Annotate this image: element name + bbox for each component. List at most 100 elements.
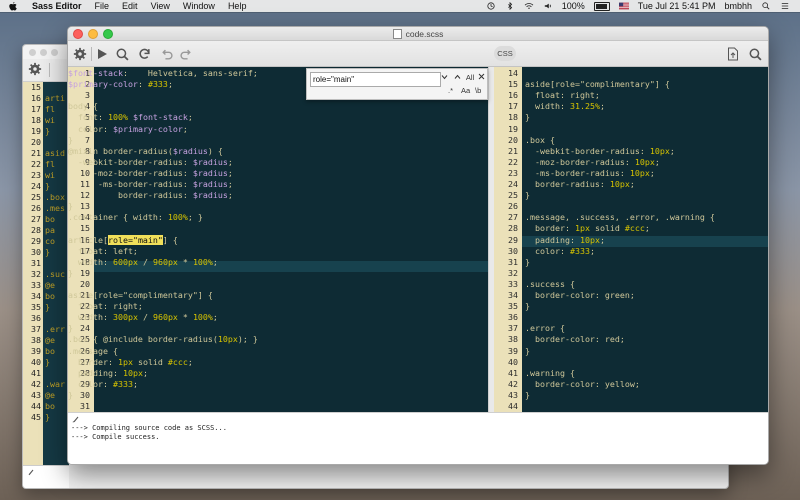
code-line[interactable]: .warning { [525, 368, 768, 378]
code-line[interactable]: width: 31.25%; [525, 101, 768, 111]
scss-editor[interactable]: 1 $font-stack: Helvetica, sans-serif; 2 $pr… [68, 67, 488, 412]
code-line[interactable]: @e [45, 280, 65, 291]
code-line[interactable]: border-radius: 10px; [525, 179, 768, 189]
code-line[interactable]: body { [68, 101, 488, 111]
code-line[interactable]: float: right; [68, 301, 488, 311]
code-line[interactable]: bo [45, 291, 65, 302]
code-line[interactable]: wi [45, 170, 65, 181]
find-options-dropdown[interactable] [439, 72, 449, 83]
code-line[interactable]: aside[role="complimentary"] { [68, 290, 488, 300]
code-line[interactable]: } [45, 181, 65, 192]
code-line[interactable]: width: 300px / 960px * 100%; [68, 312, 488, 322]
code-line[interactable]: } [525, 112, 768, 122]
code-line[interactable] [45, 258, 65, 269]
code-line[interactable]: color: $primary-color; [68, 124, 488, 134]
menu-app-name[interactable]: Sass Editor [32, 1, 82, 11]
code-line[interactable]: .box { @include border-radius(10px); } [68, 334, 488, 344]
code-line[interactable]: -webkit-border-radius: 10px; [525, 146, 768, 156]
code-line[interactable]: width: 600px / 960px * 100%; [68, 257, 488, 267]
code-line[interactable]: .box [45, 192, 65, 203]
close-find-button[interactable] [477, 72, 486, 83]
code-line[interactable]: bo [45, 346, 65, 357]
title-bar[interactable]: code.scss [68, 27, 768, 41]
background-editor[interactable]: 15 16 17 18 19 20 21 22 23 24 25 26 27 28 29 30 31 32 33 34… [23, 82, 69, 465]
menu-file[interactable]: File [95, 1, 110, 11]
code-line[interactable]: asid [45, 148, 65, 159]
user-name[interactable]: bmbhh [724, 1, 752, 11]
code-line[interactable]: .message, .success, .error, .warning { [525, 212, 768, 222]
code-line[interactable]: .box { [525, 135, 768, 145]
code-line[interactable]: .suc [45, 269, 65, 280]
code-line[interactable]: .success { [525, 279, 768, 289]
code-line[interactable]: .container { width: 100%; } [68, 212, 488, 222]
code-line[interactable]: } [45, 357, 65, 368]
whole-word-toggle[interactable]: \b [475, 86, 481, 95]
code-text[interactable]: arti fl wi} asid fl wi} .box .mes bo pa co} .suc @e b… [45, 82, 65, 423]
code-line[interactable]: } [68, 390, 488, 400]
code-line[interactable]: float: left; [68, 246, 488, 256]
code-line[interactable]: border: 1px solid #ccc; [68, 357, 488, 367]
export-button[interactable] [724, 46, 740, 62]
code-line[interactable]: border-color: green; [525, 290, 768, 300]
list-icon[interactable] [780, 2, 790, 10]
code-line[interactable]: bo [45, 214, 65, 225]
code-line[interactable]: } [525, 257, 768, 267]
find-previous-button[interactable] [452, 72, 462, 83]
code-line[interactable]: fl [45, 159, 65, 170]
find-input[interactable] [310, 72, 441, 87]
code-line[interactable]: } [68, 135, 488, 145]
code-line[interactable]: border-radius: $radius; [68, 190, 488, 200]
volume-icon[interactable] [543, 2, 553, 10]
gear-icon[interactable] [28, 62, 42, 76]
code-line[interactable]: -ms-border-radius: $radius; [68, 179, 488, 189]
code-line[interactable]: } [45, 412, 65, 423]
refresh-button[interactable] [136, 46, 152, 62]
code-line[interactable]: border: 1px solid #ccc; [525, 223, 768, 233]
code-line[interactable]: color: #333; [525, 246, 768, 256]
css-output-button[interactable]: CSS [494, 46, 516, 61]
code-line[interactable] [45, 82, 65, 93]
search-icon[interactable] [761, 2, 771, 10]
code-line[interactable]: .message { [68, 346, 488, 356]
undo-button[interactable] [158, 46, 174, 62]
code-line[interactable]: .war [45, 379, 65, 390]
clock[interactable]: Tue Jul 21 5:41 PM [638, 1, 716, 11]
code-line[interactable]: co [45, 236, 65, 247]
redo-button[interactable] [178, 46, 194, 62]
menu-edit[interactable]: Edit [122, 1, 138, 11]
flag-icon[interactable] [618, 2, 629, 10]
close-button[interactable] [29, 49, 36, 56]
zoom-button[interactable] [51, 49, 58, 56]
code-line[interactable]: article[role="main"] { [68, 234, 488, 245]
code-line[interactable]: -webkit-border-radius: $radius; [68, 157, 488, 167]
clear-console-icon[interactable] [72, 415, 80, 423]
code-line[interactable]: -ms-border-radius: 10px; [525, 168, 768, 178]
code-line[interactable]: @e [45, 335, 65, 346]
css-output-pane[interactable]: 14 15 aside[role="complimentary"] {16 floa… [494, 67, 768, 412]
code-line[interactable]: border-color: yellow; [525, 379, 768, 389]
wifi-icon[interactable] [524, 2, 534, 10]
bluetooth-icon[interactable] [505, 2, 515, 10]
minimize-button[interactable] [40, 49, 47, 56]
code-line[interactable]: wi [45, 115, 65, 126]
code-line[interactable]: } [525, 301, 768, 311]
code-line[interactable]: border-color: red; [525, 334, 768, 344]
code-line[interactable]: -moz-border-radius: $radius; [68, 168, 488, 178]
code-line[interactable]: } [68, 323, 488, 333]
code-line[interactable] [45, 137, 65, 148]
code-line[interactable]: aside[role="complimentary"] { [525, 79, 768, 89]
compile-button[interactable] [94, 46, 110, 62]
code-line[interactable]: padding: 10px; [525, 235, 768, 245]
menu-window[interactable]: Window [183, 1, 215, 11]
timemachine-icon[interactable] [486, 2, 496, 10]
code-line[interactable]: } [45, 126, 65, 137]
menu-help[interactable]: Help [228, 1, 247, 11]
case-sensitive-toggle[interactable]: Aa [461, 86, 470, 95]
code-line[interactable]: float: right; [525, 90, 768, 100]
code-line[interactable]: .err [45, 324, 65, 335]
brush-icon[interactable] [27, 468, 35, 476]
code-line[interactable]: } [68, 268, 488, 278]
code-line[interactable]: font: 100% $font-stack; [68, 112, 488, 122]
output-search-button[interactable] [747, 46, 763, 62]
code-line[interactable] [45, 368, 65, 379]
